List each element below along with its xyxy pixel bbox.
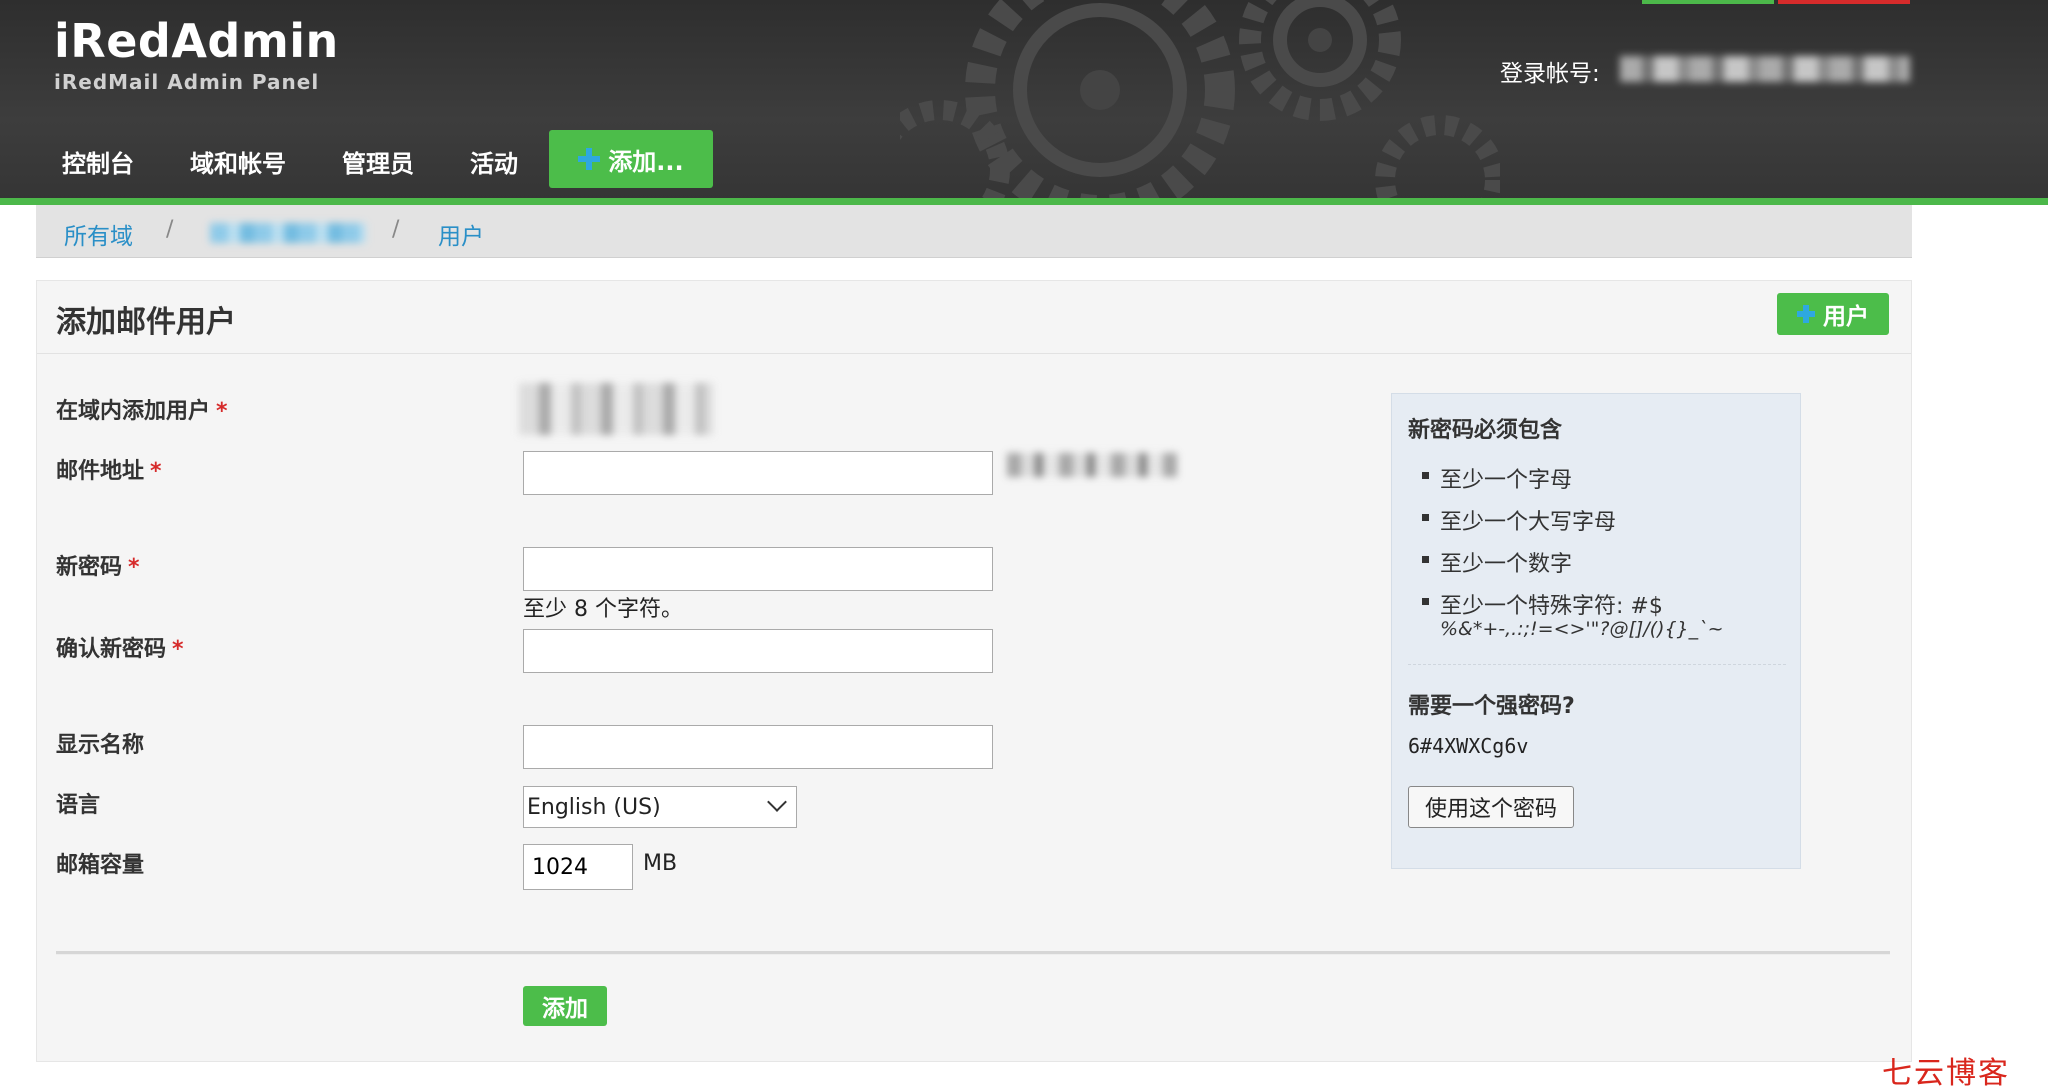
bullet-icon bbox=[1422, 514, 1429, 521]
quota-unit: MB bbox=[643, 851, 678, 876]
bullet-icon bbox=[1422, 598, 1429, 605]
special-characters-list: %&*+-,.:;!=<>'"?@[]/(){}_`~ bbox=[1440, 618, 1724, 640]
watermark: 七云博客 bbox=[1882, 1056, 2010, 1091]
password-rule-item: 至少一个特殊字符: #$ bbox=[1422, 588, 1663, 620]
domain-value-redacted bbox=[519, 383, 713, 435]
rules-separator bbox=[1408, 664, 1786, 665]
required-mark: * bbox=[216, 399, 228, 424]
required-mark: * bbox=[150, 459, 162, 484]
add-menu-label: 添加... bbox=[608, 147, 684, 176]
email-field-label: 邮件地址 * bbox=[56, 453, 162, 485]
confirm-password-field-label: 确认新密码 * bbox=[56, 631, 184, 663]
top-accent-green bbox=[1642, 0, 1774, 4]
submit-add-button[interactable]: 添加 bbox=[523, 986, 607, 1026]
password-field-label: 新密码 * bbox=[56, 549, 140, 581]
rule-text: 至少一个字母 bbox=[1440, 468, 1573, 493]
chevron-down-icon bbox=[767, 792, 787, 812]
breadcrumb-users[interactable]: 用户 bbox=[438, 217, 484, 251]
plus-icon bbox=[1797, 305, 1815, 323]
breadcrumb-all-domains[interactable]: 所有域 bbox=[64, 217, 133, 251]
add-menu-button[interactable]: 添加... bbox=[549, 130, 713, 188]
generated-password: 6#4XWXCg6v bbox=[1408, 734, 1529, 758]
quota-field-label: 邮箱容量 bbox=[56, 853, 145, 878]
breadcrumb-separator: / bbox=[392, 217, 400, 242]
add-user-button[interactable]: 用户 bbox=[1777, 293, 1889, 335]
form-divider bbox=[56, 951, 1890, 955]
nav-admins[interactable]: 管理员 bbox=[342, 144, 414, 179]
top-accent-red bbox=[1778, 0, 1910, 4]
confirm-label-text: 确认新密码 bbox=[56, 637, 167, 662]
breadcrumb-domain-redacted[interactable] bbox=[210, 223, 366, 243]
app-header: iRedAdmin iRedMail Admin Panel 登录帐号: 控制台… bbox=[0, 0, 2048, 200]
email-domain-suffix-redacted bbox=[1007, 453, 1177, 477]
plus-icon bbox=[578, 148, 601, 170]
quota-input[interactable] bbox=[523, 844, 633, 890]
password-hint: 至少 8 个字符。 bbox=[523, 597, 683, 622]
logo-title[interactable]: iRedAdmin bbox=[54, 14, 339, 68]
bullet-icon bbox=[1422, 556, 1429, 563]
nav-activities[interactable]: 活动 bbox=[470, 144, 518, 179]
nav-dashboard[interactable]: 控制台 bbox=[62, 144, 134, 179]
language-field-label: 语言 bbox=[56, 793, 101, 818]
required-mark: * bbox=[128, 555, 140, 580]
rule-text: 至少一个大写字母 bbox=[1440, 510, 1617, 535]
domain-label-text: 在域内添加用户 bbox=[56, 399, 211, 424]
breadcrumb: 所有域 / / 用户 bbox=[36, 205, 1912, 258]
email-input[interactable] bbox=[523, 451, 993, 495]
use-this-password-button[interactable]: 使用这个密码 bbox=[1408, 786, 1574, 828]
panel-header: 添加邮件用户 用户 bbox=[37, 281, 1911, 354]
rule-text: 至少一个数字 bbox=[1440, 552, 1573, 577]
logo-subtitle: iRedMail Admin Panel bbox=[54, 70, 320, 94]
email-label-text: 邮件地址 bbox=[56, 459, 145, 484]
password-rule-item: 至少一个字母 bbox=[1422, 462, 1572, 494]
page-title: 添加邮件用户 bbox=[56, 305, 236, 340]
required-mark: * bbox=[172, 637, 184, 662]
password-rules-title: 新密码必须包含 bbox=[1408, 418, 1563, 443]
language-select[interactable]: English (US) bbox=[523, 786, 797, 828]
add-user-label: 用户 bbox=[1823, 304, 1869, 330]
login-account-label: 登录帐号: bbox=[1500, 61, 1600, 87]
rule-text: 至少一个特殊字符: #$ bbox=[1440, 594, 1663, 619]
password-input[interactable] bbox=[523, 547, 993, 591]
language-selected-value: English (US) bbox=[527, 794, 661, 820]
add-user-panel: 添加邮件用户 用户 在域内添加用户 * 邮件地址 * 新密码 * 至少 8 个字符。 … bbox=[36, 280, 1912, 1062]
confirm-password-input[interactable] bbox=[523, 629, 993, 673]
breadcrumb-separator: / bbox=[166, 217, 174, 242]
password-rule-item: 至少一个数字 bbox=[1422, 546, 1572, 578]
header-green-bar bbox=[0, 198, 2048, 205]
domain-field-label: 在域内添加用户 * bbox=[56, 393, 228, 425]
gear-decoration-icon bbox=[900, 0, 1500, 200]
bullet-icon bbox=[1422, 472, 1429, 479]
display-name-input[interactable] bbox=[523, 725, 993, 769]
strong-password-title: 需要一个强密码? bbox=[1408, 694, 1575, 719]
password-rule-item: 至少一个大写字母 bbox=[1422, 504, 1616, 536]
password-label-text: 新密码 bbox=[56, 555, 123, 580]
display-name-field-label: 显示名称 bbox=[56, 733, 145, 758]
nav-domains-accounts[interactable]: 域和帐号 bbox=[190, 144, 286, 179]
password-rules-box: 新密码必须包含 至少一个字母 至少一个大写字母 至少一个数字 至少一个特殊字符:… bbox=[1391, 393, 1801, 869]
login-account-value-redacted[interactable] bbox=[1620, 56, 1910, 82]
